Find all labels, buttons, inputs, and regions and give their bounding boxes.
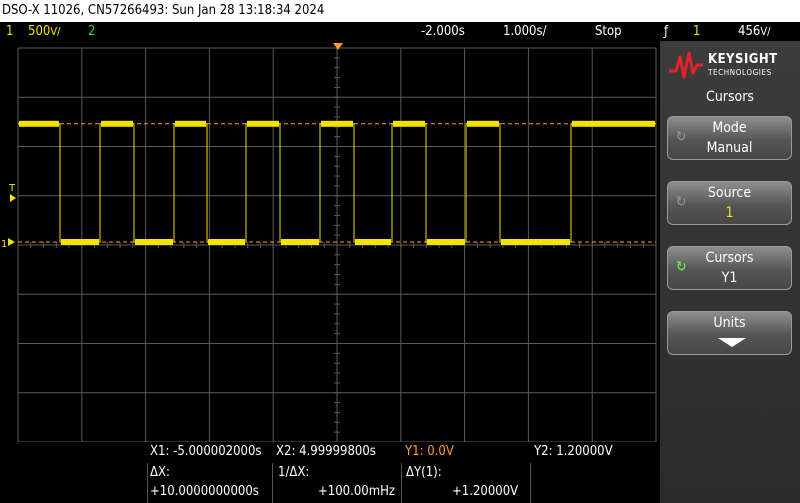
divider [147,463,148,503]
status-bar: 1 500V/ 2 -2.000s 1.000s/ Stop ƒ 1 456V/ [0,22,800,41]
brand-name: KEYSIGHT [708,52,778,67]
menu-title: Cursors [706,89,754,105]
brand-logo: KEYSIGHT TECHNOLOGIES [668,49,796,81]
brand-sub: TECHNOLOGIES [708,68,772,77]
title-bar: DSO-X 11026, CN57266493: Sun Jan 28 13:1… [0,0,800,22]
inverse-delta-x-value: +100.00mHz [318,484,396,499]
cursor-y2-readout: Y2: 1.20000V [534,444,613,459]
inverse-delta-x-label: 1/ΔX: [278,465,310,480]
ch1-ground-marker-label: 1 [1,239,7,250]
divider [272,463,273,503]
trigger-level[interactable]: 456V/ [738,22,770,41]
ch1-scale[interactable]: 500V/ [28,22,60,41]
trigger-source[interactable]: 1 [693,22,700,41]
run-state[interactable]: Stop [595,22,622,41]
cursor-y1-readout: Y1: 0.0V [405,444,454,459]
submenu-arrow-down-icon [718,338,746,347]
delta-y-label: ΔY(1): [406,465,442,480]
softkey-label: Source [707,185,752,201]
ch1-number[interactable]: 1 [6,22,13,41]
trigger-slope-icon: ƒ [664,24,669,39]
softkey-panel: KEYSIGHT TECHNOLOGIES Cursors ↻ Mode Man… [660,41,800,503]
divider [530,463,531,503]
softkey-value: Manual [706,140,753,156]
cursor-x1-readout: X1: -5.000002000s [150,444,262,459]
delta-y-value: +1.20000V [452,484,519,499]
softkey-label: Units [713,315,746,331]
softkey-value: 1 [725,205,734,221]
timebase[interactable]: 1.000s/ [503,22,547,41]
horizontal-delay[interactable]: -2.000s [421,22,465,41]
ch2-number[interactable]: 2 [88,22,95,41]
delta-x-label: ΔX: [150,465,170,480]
trigger-level-marker-label: T [8,183,16,194]
delta-x-value: +10.0000000000s [150,484,259,499]
softkey-source[interactable]: ↻ Source 1 [667,181,792,225]
softkey-value: Y1 [721,270,738,286]
softkey-mode[interactable]: ↻ Mode Manual [667,116,792,160]
divider [401,463,402,503]
softkey-label: Mode [712,120,747,136]
scope-display[interactable]: T 1 [0,41,660,442]
keysight-wave-icon [669,51,703,79]
cursor-readout: X1: -5.000002000s X2: 4.99999800s Y1: 0.… [0,442,660,503]
softkey-cursors[interactable]: ↻ Cursors Y1 [667,246,792,290]
cursor-x2-readout: X2: 4.99999800s [276,444,376,459]
softkey-units[interactable]: Units [667,311,792,355]
softkey-label: Cursors [705,250,754,266]
